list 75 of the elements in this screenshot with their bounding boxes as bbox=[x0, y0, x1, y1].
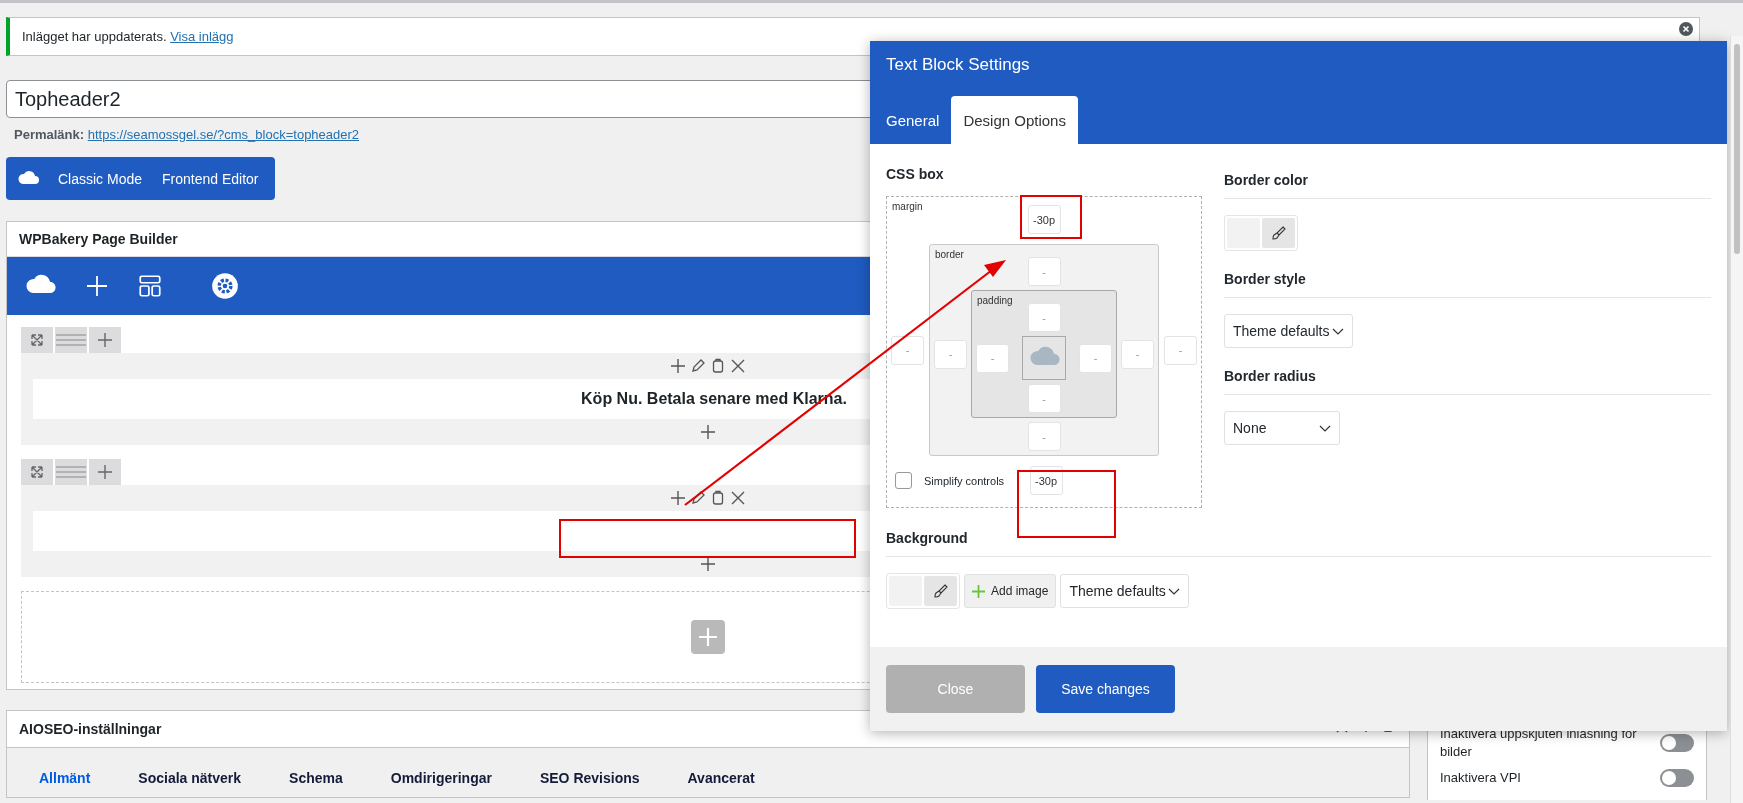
border-left-field[interactable]: - bbox=[934, 339, 967, 369]
clipboard-icon[interactable] bbox=[710, 358, 726, 374]
plus-icon[interactable] bbox=[670, 490, 686, 506]
color-picker[interactable] bbox=[886, 573, 960, 609]
checkbox[interactable] bbox=[895, 472, 912, 489]
section-title: Background bbox=[886, 530, 1711, 557]
plus-icon[interactable] bbox=[670, 358, 686, 374]
padding-bottom-field[interactable]: - bbox=[1027, 384, 1061, 413]
highlight-box bbox=[1020, 195, 1082, 239]
settings-icon[interactable] bbox=[211, 272, 239, 300]
section-title: CSS box bbox=[886, 166, 945, 182]
brush-icon bbox=[1270, 225, 1287, 241]
brush-icon bbox=[932, 583, 949, 599]
tab[interactable]: Schema bbox=[289, 768, 343, 788]
border-top-field[interactable]: - bbox=[1027, 257, 1061, 286]
close-icon[interactable] bbox=[1679, 22, 1693, 36]
margin-right-field[interactable]: - bbox=[1164, 335, 1197, 365]
close-icon[interactable] bbox=[730, 490, 746, 506]
permalink-label: Permalänk: bbox=[14, 127, 85, 142]
border-style-select[interactable]: Theme defaults bbox=[1224, 314, 1353, 348]
expand-arrows-icon bbox=[30, 465, 44, 479]
editor-mode-button[interactable]: Frontend Editor bbox=[152, 157, 269, 200]
toggle-switch[interactable] bbox=[1660, 769, 1694, 787]
editor-mode-button[interactable]: Classic Mode bbox=[48, 157, 153, 200]
layout-icon[interactable] bbox=[137, 273, 163, 299]
tab[interactable]: Design Options bbox=[951, 96, 1078, 144]
plus-icon[interactable] bbox=[700, 556, 716, 572]
border-bottom-field[interactable]: - bbox=[1027, 422, 1061, 451]
section-title: Border color bbox=[1224, 166, 1711, 199]
section-title: Border radius bbox=[1224, 362, 1711, 395]
expand-arrows-icon bbox=[30, 333, 44, 347]
margin-left-field[interactable]: - bbox=[891, 335, 924, 365]
row-drag-handle[interactable] bbox=[21, 459, 53, 485]
box-label: margin bbox=[892, 201, 923, 212]
tab[interactable]: Omdirigeringar bbox=[390, 768, 492, 788]
permalink-link[interactable]: https://seamossgel.se/?cms_block=topheader2 bbox=[87, 127, 360, 142]
margin-top-field[interactable]: -30p bbox=[1027, 205, 1061, 234]
margin-bottom-field[interactable]: -30p bbox=[1029, 466, 1063, 495]
row-drag-handle[interactable] bbox=[21, 327, 53, 353]
tab[interactable]: Allmänt bbox=[39, 768, 91, 788]
padding-right-field[interactable]: - bbox=[1079, 343, 1112, 373]
view-post-link[interactable]: Visa inlägg bbox=[170, 29, 234, 44]
tab[interactable]: Sociala nätverk bbox=[138, 768, 242, 788]
plus-icon bbox=[972, 584, 985, 598]
close-icon[interactable] bbox=[730, 358, 746, 374]
lines-icon bbox=[56, 333, 86, 347]
pencil-icon[interactable] bbox=[690, 490, 706, 506]
tab[interactable]: SEO Revisions bbox=[539, 768, 640, 788]
modal-title: Text Block Settings bbox=[885, 54, 1031, 75]
lines-icon bbox=[56, 465, 86, 479]
toggle-switch[interactable] bbox=[1660, 734, 1694, 752]
section-title: Border style bbox=[1224, 265, 1711, 298]
plus-icon[interactable] bbox=[700, 424, 716, 440]
scrollbar[interactable] bbox=[1730, 36, 1743, 803]
background-style-select[interactable]: Theme defaults bbox=[1060, 574, 1189, 608]
clipboard-icon[interactable] bbox=[710, 490, 726, 506]
border-right-field[interactable]: - bbox=[1121, 339, 1154, 369]
add-column-button[interactable] bbox=[89, 327, 121, 353]
pencil-icon[interactable] bbox=[690, 358, 706, 374]
color-picker[interactable] bbox=[1224, 215, 1298, 251]
box-label: border bbox=[935, 249, 964, 260]
tab[interactable]: Avancerat bbox=[687, 768, 755, 788]
add-column-button[interactable] bbox=[89, 459, 121, 485]
padding-top-field[interactable]: - bbox=[1027, 303, 1061, 332]
plus-icon bbox=[98, 333, 112, 347]
panel-title: AIOSEO-inställningar bbox=[19, 721, 162, 737]
plus-icon bbox=[698, 627, 718, 647]
add-image-button[interactable]: Add image bbox=[964, 574, 1057, 608]
setting-label: Inaktivera VPI bbox=[1440, 769, 1521, 787]
checkbox-label: Simplify controls bbox=[924, 474, 1005, 487]
plus-icon bbox=[98, 465, 112, 479]
padding-left-field[interactable]: - bbox=[976, 343, 1009, 373]
save-button[interactable]: Save changes bbox=[1036, 665, 1175, 713]
box-label: padding bbox=[977, 295, 1013, 306]
border-radius-select[interactable]: None bbox=[1224, 411, 1340, 445]
